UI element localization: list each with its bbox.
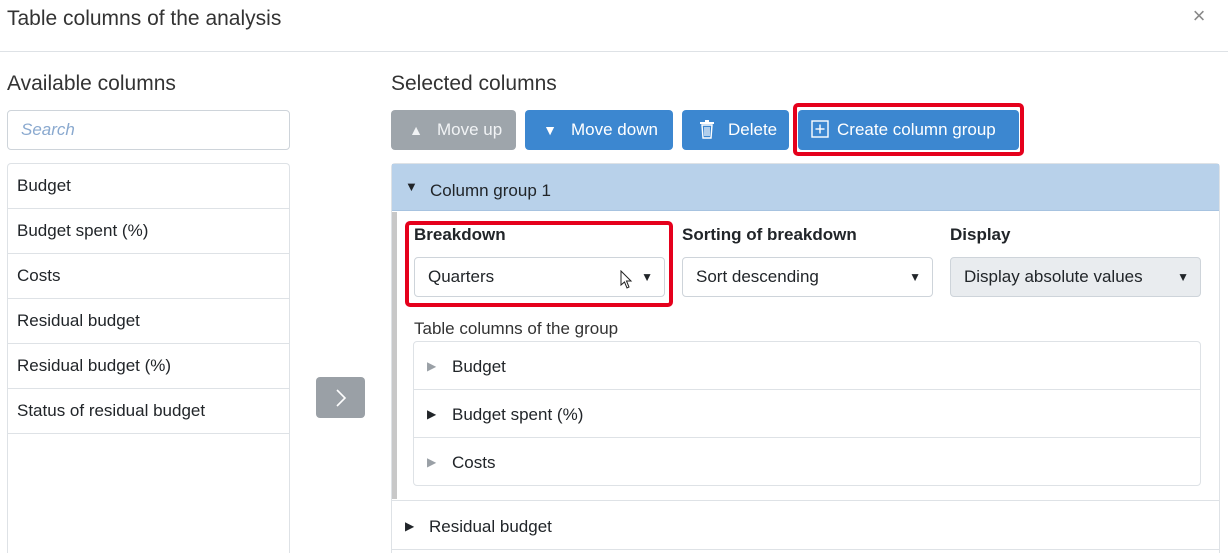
- move-up-label: Move up: [437, 120, 503, 139]
- selected-column-label: Residual budget: [429, 517, 552, 536]
- list-item[interactable]: Costs: [8, 254, 289, 299]
- list-item[interactable]: Residual budget (%): [8, 344, 289, 389]
- caret-right-icon: ▶: [405, 519, 415, 533]
- available-columns-heading: Available columns: [7, 72, 176, 95]
- list-item[interactable]: Budget: [8, 164, 289, 209]
- chevron-right-icon: [335, 388, 346, 407]
- list-item[interactable]: ▶ Residual budget: [392, 500, 1219, 550]
- dialog-header: Table columns of the analysis ×: [0, 0, 1228, 52]
- move-up-button[interactable]: ▲ Move up: [391, 110, 516, 150]
- display-label: Display: [950, 225, 1011, 244]
- delete-button[interactable]: Delete: [682, 110, 789, 150]
- highlight-create-group: [793, 103, 1024, 156]
- column-group-title: Column group 1: [430, 181, 551, 200]
- list-item[interactable]: Budget spent (%): [8, 209, 289, 254]
- display-select[interactable]: Display absolute values ▼: [950, 257, 1201, 297]
- caret-down-icon: ▼: [909, 270, 921, 284]
- group-column-label: Budget: [452, 357, 506, 376]
- column-dialog: Table columns of the analysis × Availabl…: [0, 0, 1228, 553]
- triangle-down-icon: ▼: [543, 122, 557, 138]
- display-value: Display absolute values: [964, 267, 1143, 286]
- mouse-pointer-icon: [620, 270, 633, 289]
- search-input[interactable]: [7, 110, 290, 150]
- group-column-label: Budget spent (%): [452, 405, 584, 424]
- list-item[interactable]: ▶ Costs: [414, 438, 1200, 486]
- group-column-label: Costs: [452, 453, 496, 472]
- move-down-label: Move down: [571, 120, 658, 139]
- move-down-button[interactable]: ▼ Move down: [525, 110, 673, 150]
- group-columns-list: ▶ Budget ▶ Budget spent (%) ▶ Costs: [413, 341, 1201, 486]
- add-column-button[interactable]: [316, 377, 365, 418]
- caret-down-icon: ▼: [405, 179, 418, 194]
- sorting-value: Sort descending: [696, 267, 819, 286]
- trash-icon: [698, 110, 716, 150]
- sorting-select[interactable]: Sort descending ▼: [682, 257, 933, 297]
- close-icon[interactable]: ×: [1188, 5, 1210, 27]
- list-item[interactable]: ▶ Budget spent (%): [414, 390, 1200, 438]
- caret-right-icon: ▶: [427, 407, 437, 421]
- list-item[interactable]: ▶ Budget: [414, 342, 1200, 390]
- list-item[interactable]: Residual budget: [8, 299, 289, 344]
- caret-right-icon: ▶: [427, 359, 437, 373]
- sorting-label: Sorting of breakdown: [682, 225, 857, 244]
- delete-label: Delete: [728, 120, 778, 139]
- triangle-up-icon: ▲: [409, 122, 423, 138]
- selected-columns-heading: Selected columns: [391, 72, 557, 95]
- caret-right-icon: ▶: [427, 455, 437, 469]
- list-item[interactable]: Status of residual budget: [8, 389, 289, 434]
- group-columns-label: Table columns of the group: [414, 319, 619, 338]
- highlight-breakdown: [405, 221, 673, 307]
- column-group-header[interactable]: ▼ Column group 1: [392, 164, 1219, 211]
- dialog-title: Table columns of the analysis: [7, 7, 282, 30]
- available-columns-list: Budget Budget spent (%) Costs Residual b…: [7, 163, 290, 553]
- caret-down-icon: ▼: [1177, 270, 1189, 284]
